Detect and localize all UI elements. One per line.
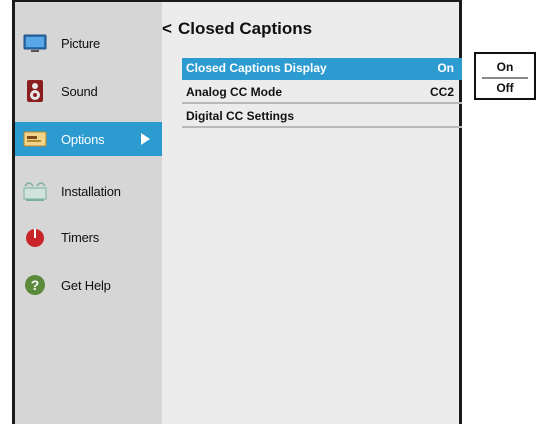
sidebar-item-label: Picture xyxy=(61,35,101,51)
back-arrow-icon[interactable]: < xyxy=(162,19,172,39)
sidebar-item-label: Get Help xyxy=(61,277,111,293)
tv-screen-icon xyxy=(23,32,47,54)
sidebar-item-label: Sound xyxy=(61,83,98,99)
menu-row-digital-cc-settings[interactable]: Digital CC Settings xyxy=(182,106,462,128)
power-timer-icon xyxy=(23,226,47,248)
sidebar-item-sound[interactable]: Sound xyxy=(15,74,162,108)
page-title: < Closed Captions xyxy=(162,19,312,39)
svg-text:?: ? xyxy=(31,277,40,293)
sidebar-item-picture[interactable]: Picture xyxy=(15,26,162,60)
menu-row-closed-captions-display[interactable]: Closed Captions Display On xyxy=(182,58,462,80)
antenna-satellite-icon xyxy=(23,180,47,202)
menu-row-label: Analog CC Mode xyxy=(186,85,282,99)
menu-row-label: Digital CC Settings xyxy=(186,109,295,123)
popup-option-on[interactable]: On xyxy=(482,57,528,79)
help-question-icon: ? xyxy=(23,274,47,296)
sidebar-item-get-help[interactable]: ? Get Help xyxy=(15,268,162,302)
value-popup: On Off xyxy=(474,52,536,100)
sidebar: Picture Sound Options Installation Timer… xyxy=(15,2,162,424)
menu-row-analog-cc-mode[interactable]: Analog CC Mode CC2 xyxy=(182,82,462,104)
options-panel-icon xyxy=(23,128,47,150)
sidebar-item-label: Options xyxy=(61,131,105,147)
menu-row-value: On xyxy=(437,61,454,75)
sidebar-item-installation[interactable]: Installation xyxy=(15,174,162,208)
tv-menu-frame: Picture Sound Options Installation Timer… xyxy=(12,0,462,424)
sidebar-item-label: Installation xyxy=(61,183,121,199)
sidebar-item-options[interactable]: Options xyxy=(15,122,162,156)
chevron-right-icon xyxy=(141,133,150,145)
sidebar-item-timers[interactable]: Timers xyxy=(15,220,162,254)
menu-row-label: Closed Captions Display xyxy=(186,61,327,75)
popup-option-off[interactable]: Off xyxy=(482,78,528,98)
page-title-text: Closed Captions xyxy=(177,19,313,38)
menu-row-value: CC2 xyxy=(429,85,454,99)
speaker-icon xyxy=(23,80,47,102)
main-panel: < Closed Captions Closed Captions Displa… xyxy=(162,2,462,424)
sidebar-item-label: Timers xyxy=(61,229,100,245)
